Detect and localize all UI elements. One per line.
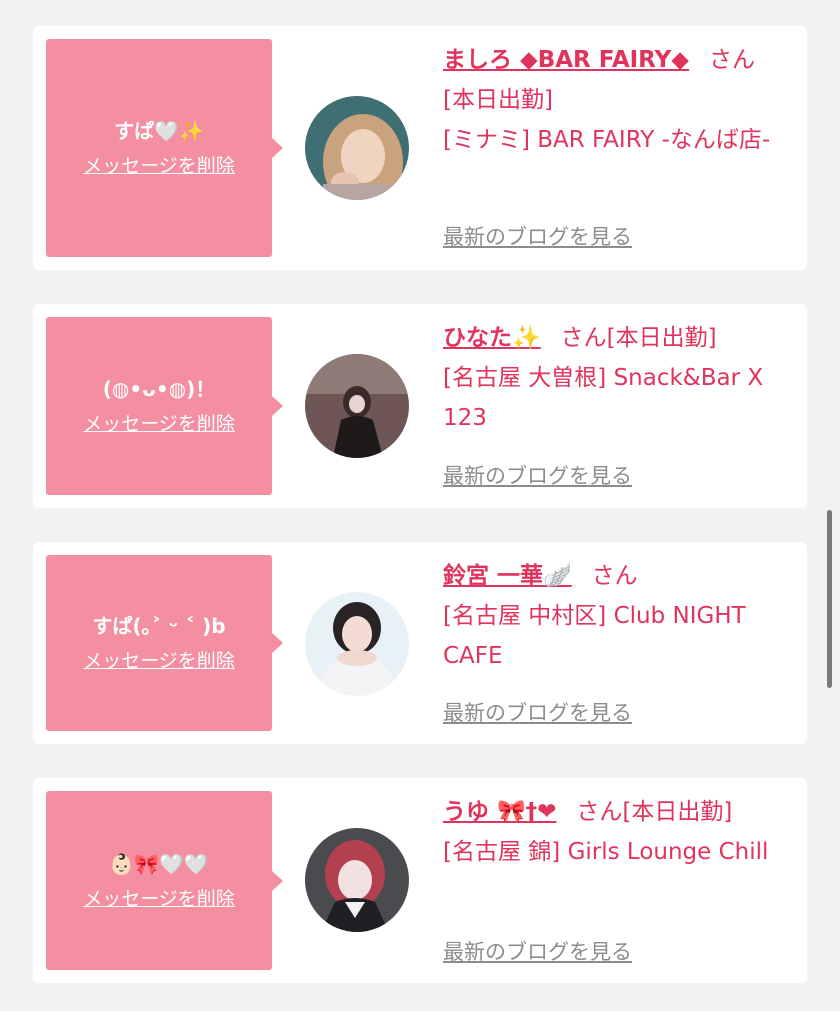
delete-message-link[interactable]: メッセージを削除 xyxy=(83,887,235,911)
message-text: (◍•ᴗ•◍)！ xyxy=(102,377,216,401)
latest-blog-link[interactable]: 最新のブログを見る xyxy=(443,938,632,966)
cast-name-link[interactable]: 鈴宮 一華🪽 xyxy=(443,563,572,589)
cast-info: ひなた✨ さん[本日出勤] [名古屋 大曽根] Snack&Bar X 123 xyxy=(443,318,793,438)
message-text: すぱ(｡˃ ᵕ ˂ )b xyxy=(92,614,226,638)
avatar[interactable] xyxy=(305,592,409,696)
delete-message-link[interactable]: メッセージを削除 xyxy=(83,154,235,178)
message-bubble: 👶🏻🎀🤍🤍 メッセージを削除 xyxy=(46,791,283,970)
message-bubble: すぱ(｡˃ ᵕ ˂ )b メッセージを削除 xyxy=(46,555,283,731)
cast-name-link[interactable]: ひなた✨ xyxy=(443,325,541,351)
cast-info: 鈴宮 一華🪽 さん [名古屋 中村区] Club NIGHT CAFE xyxy=(443,556,793,676)
profile-photo-icon xyxy=(305,592,409,696)
honorific: さん xyxy=(560,325,607,351)
cast-info: ましろ ◆BAR FAIRY◆ さん [本日出勤] [ミナミ] BAR FAIRY… xyxy=(443,40,793,160)
message-text: すぱ🤍✨ xyxy=(114,119,204,143)
favorites-list: すぱ🤍✨ メッセージを削除 ましろ ◆BAR FAIRY◆ さん [本日出勤] [… xyxy=(0,0,840,1011)
avatar[interactable] xyxy=(305,354,409,458)
latest-blog-link[interactable]: 最新のブログを見る xyxy=(443,462,632,490)
latest-blog-link[interactable]: 最新のブログを見る xyxy=(443,699,632,727)
work-status: [本日出勤] xyxy=(606,325,717,351)
message-bubble: (◍•ᴗ•◍)！ メッセージを削除 xyxy=(46,317,283,495)
avatar[interactable] xyxy=(305,828,409,932)
shop-name: [名古屋 中村区] Club NIGHT CAFE xyxy=(443,603,746,669)
shop-name: [名古屋 錦] Girls Lounge Chill xyxy=(443,839,769,865)
honorific: さん xyxy=(591,563,638,589)
latest-blog-link[interactable]: 最新のブログを見る xyxy=(443,223,632,251)
cast-card: 👶🏻🎀🤍🤍 メッセージを削除 うゆ 🎀†❤ さん[本日出勤] [名古屋 錦] Gi… xyxy=(33,778,807,983)
cast-name-link[interactable]: ましろ ◆BAR FAIRY◆ xyxy=(443,47,689,73)
profile-photo-icon xyxy=(305,96,409,200)
profile-photo-icon xyxy=(305,828,409,932)
cast-name-link[interactable]: うゆ 🎀†❤ xyxy=(443,799,556,825)
profile-photo-icon xyxy=(305,354,409,458)
delete-message-link[interactable]: メッセージを削除 xyxy=(83,649,235,673)
cast-info: うゆ 🎀†❤ さん[本日出勤] [名古屋 錦] Girls Lounge Chil… xyxy=(443,792,793,872)
cast-card: (◍•ᴗ•◍)！ メッセージを削除 ひなた✨ さん[本日出勤] [名古屋 大曽根]… xyxy=(33,304,807,508)
honorific: さん xyxy=(576,799,623,825)
cast-card: すぱ(｡˃ ᵕ ˂ )b メッセージを削除 鈴宮 一華🪽 さん [名古屋 中村区]… xyxy=(33,542,807,744)
vertical-scrollbar[interactable] xyxy=(827,510,832,688)
avatar[interactable] xyxy=(305,96,409,200)
message-bubble: すぱ🤍✨ メッセージを削除 xyxy=(46,39,283,257)
work-status: [本日出勤] xyxy=(443,87,553,113)
shop-name: [名古屋 大曽根] Snack&Bar X 123 xyxy=(443,365,764,431)
cast-card: すぱ🤍✨ メッセージを削除 ましろ ◆BAR FAIRY◆ さん [本日出勤] [… xyxy=(33,26,807,270)
message-text: 👶🏻🎀🤍🤍 xyxy=(109,851,209,876)
shop-name: [ミナミ] BAR FAIRY -なんば店- xyxy=(443,127,771,153)
honorific: さん xyxy=(708,47,755,73)
delete-message-link[interactable]: メッセージを削除 xyxy=(83,412,235,436)
work-status: [本日出勤] xyxy=(622,799,733,825)
